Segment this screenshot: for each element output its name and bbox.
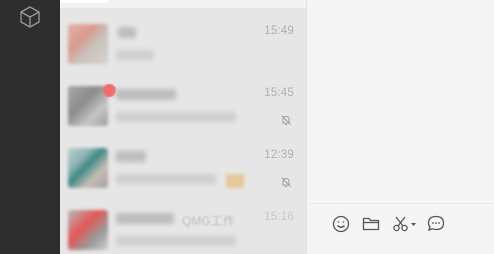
folder-icon[interactable] <box>361 212 381 234</box>
emoji-icon[interactable] <box>331 212 351 234</box>
chat-list-top <box>60 0 306 8</box>
contact-name-fragment: QMG工作 <box>182 214 235 228</box>
message-preview <box>116 236 236 246</box>
chat-item[interactable]: 12:39 <box>60 138 306 200</box>
message-preview <box>116 174 216 184</box>
sidebar <box>0 0 60 254</box>
active-indicator <box>60 0 108 3</box>
chat-item[interactable]: QMG工作 15:16 <box>60 200 306 254</box>
message-thumbnail <box>226 174 244 188</box>
mute-icon <box>281 115 291 125</box>
message-preview <box>116 112 236 122</box>
chat-bubble-icon[interactable] <box>426 212 446 234</box>
timestamp: 12:39 <box>264 149 294 161</box>
contact-name <box>116 89 176 100</box>
cube-icon[interactable] <box>18 5 42 29</box>
contact-name <box>116 151 146 162</box>
chat-list: 15:49 15:45 12:39 QMG工作 15:16 <box>60 0 306 254</box>
contact-name <box>116 213 174 224</box>
avatar <box>68 86 108 126</box>
avatar <box>68 24 108 64</box>
unread-badge <box>103 84 116 97</box>
avatar <box>68 148 108 188</box>
timestamp: 15:45 <box>264 87 294 99</box>
avatar <box>68 210 108 250</box>
timestamp: 15:49 <box>264 25 294 37</box>
chat-item[interactable]: 15:49 <box>60 14 306 76</box>
message-preview <box>116 50 154 60</box>
mute-icon <box>281 177 291 187</box>
chat-item[interactable]: 15:45 <box>60 76 306 138</box>
input-divider <box>306 203 494 204</box>
timestamp: 15:16 <box>264 211 294 223</box>
scissors-icon[interactable] <box>391 212 419 234</box>
contact-name <box>118 27 136 38</box>
